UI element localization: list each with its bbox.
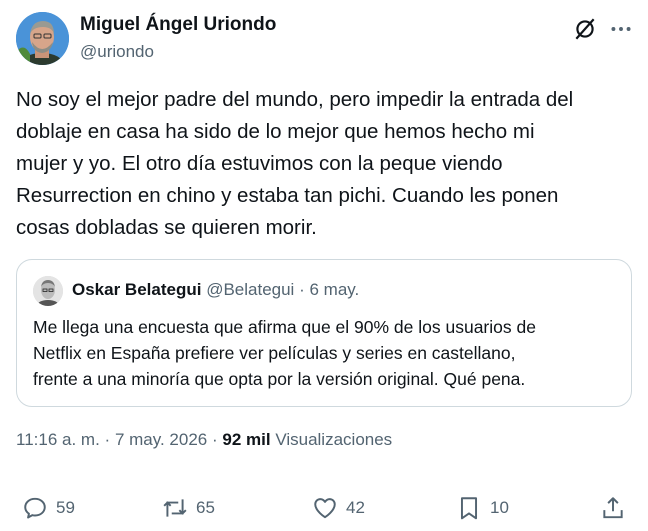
tweet-text-line: doblaje en casa ha sido de lo mejor que …	[16, 120, 535, 143]
author-handle[interactable]: @uriondo	[80, 42, 154, 62]
author-avatar[interactable]	[16, 12, 69, 65]
tweet-meta: 11:16 a. m. · 7 may. 2026 · 92 mil Visua…	[16, 430, 392, 450]
tweet-text-line: mujer y yo. El otro día estuvimos con la…	[16, 152, 503, 175]
quoted-separator: ·	[299, 280, 305, 299]
bookmark-count: 10	[490, 498, 509, 517]
repost-button[interactable]: 65	[162, 494, 215, 522]
quoted-header: Oskar Belategui @Belategui · 6 may.	[72, 280, 359, 300]
share-button[interactable]	[600, 494, 626, 522]
quoted-text-line: Me llega una encuesta que afirma que el …	[33, 317, 536, 337]
quoted-author-avatar[interactable]	[33, 276, 63, 306]
quoted-tweet[interactable]: Oskar Belategui @Belategui · 6 may. Me l…	[16, 259, 632, 407]
quoted-author-name[interactable]: Oskar Belategui	[72, 280, 201, 299]
meta-separator: ·	[211, 430, 218, 449]
tweet-text: No soy el mejor padre del mundo, pero im…	[16, 84, 632, 244]
tweet: Miguel Ángel Uriondo @uriondo No soy el …	[0, 0, 648, 531]
repost-count: 65	[196, 498, 215, 517]
like-count: 42	[346, 498, 365, 517]
tweet-text-line: No soy el mejor padre del mundo, pero im…	[16, 88, 574, 111]
quoted-text: Me llega una encuesta que afirma que el …	[33, 314, 623, 392]
tweet-text-line: Resurrection en chino y estaba tan pichi…	[16, 184, 559, 207]
author-name[interactable]: Miguel Ángel Uriondo	[80, 14, 276, 36]
bookmark-icon	[460, 497, 478, 520]
share-icon	[603, 497, 623, 519]
tweet-date[interactable]: 7 may. 2026	[115, 430, 207, 449]
reply-icon	[24, 497, 46, 519]
grok-icon[interactable]	[572, 16, 598, 42]
reply-button[interactable]: 59	[22, 494, 75, 522]
reply-count: 59	[56, 498, 75, 517]
more-icon[interactable]	[608, 16, 634, 42]
repost-icon	[163, 499, 187, 517]
heart-icon	[314, 498, 336, 519]
quoted-text-line: frente a una minoría que opta por la ver…	[33, 369, 526, 389]
tweet-time[interactable]: 11:16 a. m.	[16, 430, 100, 449]
quoted-author-handle[interactable]: @Belategui	[206, 280, 294, 299]
bookmark-button[interactable]: 10	[456, 494, 509, 522]
views-count: 92 mil	[222, 430, 271, 449]
like-button[interactable]: 42	[312, 494, 365, 522]
views-label: Visualizaciones	[275, 430, 393, 449]
quoted-date[interactable]: 6 may.	[309, 280, 359, 299]
quoted-text-line: Netflix en España prefiere ver películas…	[33, 343, 516, 363]
tweet-text-line: cosas dobladas se quieren morir.	[16, 216, 317, 239]
meta-separator: ·	[104, 430, 111, 449]
